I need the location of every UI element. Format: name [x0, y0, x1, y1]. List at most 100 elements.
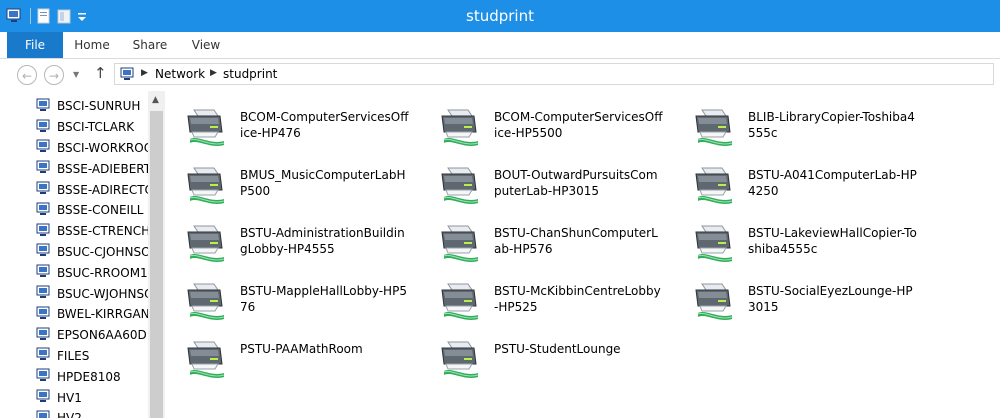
network-printer-icon: [184, 338, 228, 380]
nav-item-label: FILES: [57, 348, 90, 363]
printer-item[interactable]: BCOM-ComputerServicesOffice-HP476: [169, 93, 419, 146]
back-arrow-icon: ←: [21, 69, 33, 83]
network-printer-icon: [184, 280, 228, 322]
nav-item-label: EPSON6AA60D: [57, 328, 147, 343]
network-printer-icon: [184, 164, 228, 206]
printer-item[interactable]: BSTU-McKibbinCentreLobby-HP525: [423, 267, 673, 320]
printer-name: BOUT-OutwardPursuitsComputerLab-HP3015: [494, 168, 658, 198]
forward-arrow-icon: →: [48, 69, 60, 83]
printer-item[interactable]: BSTU-MappleHallLobby-HP576: [169, 267, 419, 320]
network-printer-icon: [692, 280, 736, 322]
network-computer-icon: [36, 285, 52, 302]
printer-name: BSTU-A041ComputerLab-HP4250: [748, 168, 917, 198]
breadcrumb-chevron-icon[interactable]: ▶: [210, 68, 217, 78]
nav-item[interactable]: HPDE8108: [36, 366, 148, 387]
nav-item[interactable]: BSUC-WJOHNSO: [36, 283, 148, 304]
up-arrow-icon[interactable]: ↑: [94, 64, 107, 82]
printer-item[interactable]: BSTU-A041ComputerLab-HP4250: [677, 151, 927, 204]
printer-list: BCOM-ComputerServicesOffice-HP476 BCOM-Co…: [167, 91, 1000, 418]
network-printer-icon: [438, 280, 482, 322]
navigation-pane: BSCI-SUNRUH BSCI-TCLARK BSCI-WORKROO BSSE-A…: [0, 91, 167, 418]
printer-item[interactable]: PSTU-StudentLounge: [423, 325, 673, 378]
printer-item[interactable]: BSTU-AdministrationBuildingLobby-HP4555: [169, 209, 419, 262]
nav-item[interactable]: BWEL-KIRRGANC: [36, 304, 148, 325]
recent-locations-dropdown-icon[interactable]: ▼: [73, 70, 79, 79]
network-printer-icon: [692, 222, 736, 264]
network-printer-icon: [184, 106, 228, 148]
network-computer-icon: [36, 98, 52, 115]
nav-item-label: BSSE-ADIEBERT: [57, 161, 148, 176]
network-computer-icon: [36, 264, 52, 281]
network-computer-icon: [36, 389, 52, 406]
network-location-icon: [120, 67, 134, 80]
forward-button[interactable]: →: [44, 65, 64, 85]
nav-item-label: BSSE-CTRENCHU: [57, 224, 148, 239]
navigation-scrollbar[interactable]: ▲: [148, 91, 165, 418]
nav-item-label: BSSE-ADIRECTOR: [57, 182, 148, 197]
nav-item[interactable]: BSSE-ADIRECTOR: [36, 179, 148, 200]
tab-home[interactable]: Home: [66, 32, 118, 58]
nav-item-label: BSSE-CONEILL: [57, 203, 144, 218]
breadcrumb-studprint[interactable]: studprint: [223, 67, 277, 81]
tab-view[interactable]: View: [180, 32, 232, 58]
printer-name: BSTU-LakeviewHallCopier-Toshiba4555c: [748, 226, 917, 256]
printer-item[interactable]: BMUS_MusicComputerLabHP500: [169, 151, 419, 204]
nav-item-label: HPDE8108: [57, 369, 121, 384]
printer-item[interactable]: BOUT-OutwardPursuitsComputerLab-HP3015: [423, 151, 673, 204]
network-printer-icon: [184, 222, 228, 264]
network-printer-icon: [438, 338, 482, 380]
printer-item[interactable]: BCOM-ComputerServicesOffice-HP5500: [423, 93, 673, 146]
nav-item-label: BSUC-CJOHNSO: [57, 244, 148, 259]
network-printer-icon: [692, 106, 736, 148]
window-title: studprint: [466, 7, 534, 25]
network-printer-icon: [692, 164, 736, 206]
printer-name: BCOM-ComputerServicesOffice-HP476: [240, 110, 409, 140]
nav-item-label: BSUC-WJOHNSO: [57, 286, 148, 301]
nav-item[interactable]: FILES: [36, 346, 148, 367]
scrollbar-thumb[interactable]: [150, 111, 163, 418]
printer-item[interactable]: BSTU-ChanShunComputerLab-HP576: [423, 209, 673, 262]
printer-name: BLIB-LibraryCopier-Toshiba4555c: [748, 110, 915, 140]
tab-share[interactable]: Share: [124, 32, 176, 58]
network-computer-icon: [36, 347, 52, 364]
nav-item-label: BSCI-WORKROO: [57, 140, 148, 155]
nav-item[interactable]: BSUC-RROOM1: [36, 262, 148, 283]
network-computer-icon: [36, 223, 52, 240]
nav-item[interactable]: BSUC-CJOHNSO: [36, 242, 148, 263]
address-bar[interactable]: ▶ Network ▶ studprint: [114, 63, 994, 85]
tab-file[interactable]: File: [7, 32, 63, 58]
nav-item[interactable]: BSCI-WORKROO: [36, 138, 148, 159]
network-computer-icon: [36, 368, 52, 385]
printer-item[interactable]: BSTU-SocialEyezLounge-HP3015: [677, 267, 927, 320]
breadcrumb-network[interactable]: Network: [155, 67, 205, 81]
nav-item[interactable]: BSSE-CONEILL: [36, 200, 148, 221]
nav-item[interactable]: HV2: [36, 408, 148, 418]
nav-item-label: HV1: [57, 390, 82, 405]
network-computer-icon: [36, 160, 52, 177]
nav-item[interactable]: HV1: [36, 387, 148, 408]
nav-item[interactable]: BSCI-TCLARK: [36, 117, 148, 138]
navigation-tree: BSCI-SUNRUH BSCI-TCLARK BSCI-WORKROO BSSE-A…: [36, 96, 148, 418]
nav-item[interactable]: BSCI-SUNRUH: [36, 96, 148, 117]
network-computer-icon: [36, 410, 52, 418]
title-bar: studprint: [0, 0, 1000, 32]
nav-item-label: BSUC-RROOM1: [57, 265, 148, 280]
network-printer-icon: [438, 222, 482, 264]
nav-item[interactable]: BSSE-CTRENCHU: [36, 221, 148, 242]
nav-item[interactable]: EPSON6AA60D: [36, 325, 148, 346]
printer-name: BSTU-AdministrationBuildingLobby-HP4555: [240, 226, 405, 256]
printer-name: BCOM-ComputerServicesOffice-HP5500: [494, 110, 663, 140]
nav-item[interactable]: BSSE-ADIEBERT: [36, 158, 148, 179]
printer-name: BSTU-ChanShunComputerLab-HP576: [494, 226, 658, 256]
network-computer-icon: [36, 306, 52, 323]
printer-name: BSTU-McKibbinCentreLobby-HP525: [494, 284, 661, 314]
printer-item[interactable]: PSTU-PAAMathRoom: [169, 325, 419, 378]
back-button[interactable]: ←: [17, 65, 37, 85]
scroll-up-icon[interactable]: ▲: [152, 95, 159, 105]
network-computer-icon: [36, 181, 52, 198]
printer-item[interactable]: BLIB-LibraryCopier-Toshiba4555c: [677, 93, 927, 146]
nav-item-label: BSCI-TCLARK: [57, 120, 135, 135]
printer-item[interactable]: BSTU-LakeviewHallCopier-Toshiba4555c: [677, 209, 927, 262]
breadcrumb-chevron-icon[interactable]: ▶: [141, 68, 148, 78]
navigation-bar: ← → ▼ ↑ ▶ Network ▶ studprint: [0, 59, 1000, 91]
